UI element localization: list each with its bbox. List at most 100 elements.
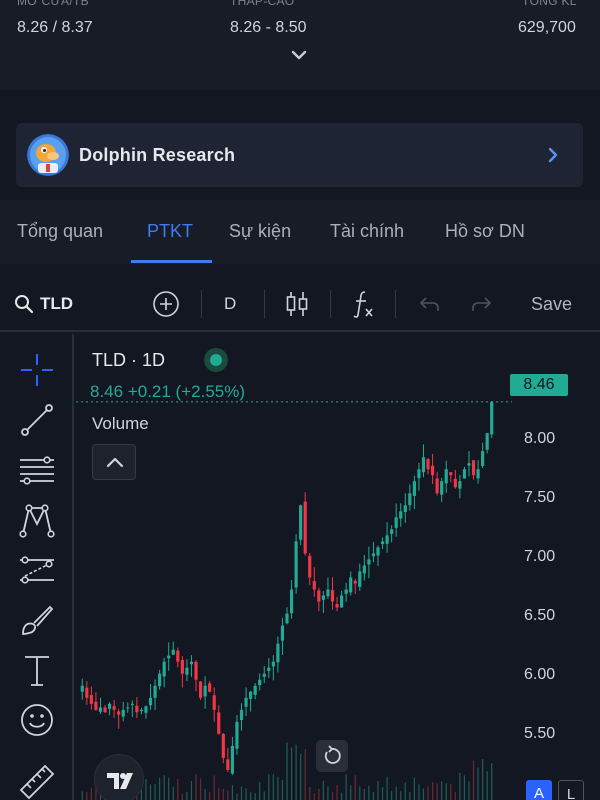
tab-events[interactable]: Sự kiện bbox=[229, 221, 291, 242]
candle-body bbox=[449, 472, 453, 476]
volume-bar bbox=[404, 782, 406, 800]
indicators-icon bbox=[353, 291, 373, 318]
projection-icon[interactable] bbox=[17, 550, 57, 590]
candle-body bbox=[176, 650, 180, 662]
volume-bar bbox=[391, 791, 393, 800]
pattern-icon[interactable] bbox=[17, 500, 57, 540]
legend-title: TLD · 1D bbox=[92, 350, 166, 370]
stat-range-value: 8.26 - 8.50 bbox=[230, 19, 307, 36]
log-scale-button[interactable]: L bbox=[558, 780, 584, 800]
candle-body bbox=[430, 465, 435, 476]
candle-body bbox=[271, 661, 275, 667]
volume-bar bbox=[309, 787, 311, 800]
candle-body bbox=[326, 589, 330, 597]
emoji-icon[interactable] bbox=[17, 700, 57, 740]
candle-body bbox=[476, 469, 480, 479]
stat-open-label: MỞ CỬA/TB bbox=[17, 0, 89, 8]
candle-body bbox=[330, 590, 335, 602]
dolphin-research-card[interactable]: Dolphin Research bbox=[16, 123, 583, 187]
candle-body bbox=[435, 478, 439, 494]
candle-body bbox=[126, 707, 130, 709]
collapse-legend-button[interactable] bbox=[92, 444, 136, 480]
candle-body bbox=[308, 555, 312, 578]
chart-panel[interactable]: TLD · 1D 8.46 +0.21 (+2.55%) Volume 8.46… bbox=[76, 334, 600, 800]
volume-bar bbox=[254, 793, 256, 800]
text-icon[interactable] bbox=[17, 650, 57, 690]
drawing-toolbar bbox=[0, 334, 74, 800]
indicators-button[interactable] bbox=[350, 276, 376, 332]
candle-body bbox=[258, 679, 262, 686]
volume-bar bbox=[250, 792, 252, 800]
volume-bar bbox=[218, 787, 220, 800]
candle-body bbox=[267, 667, 271, 671]
volume-bar bbox=[413, 777, 415, 800]
volume-bar bbox=[454, 792, 456, 800]
candle-body bbox=[444, 469, 448, 484]
volume-bar bbox=[300, 753, 302, 800]
candle-body bbox=[198, 681, 203, 698]
candle-body bbox=[294, 541, 298, 588]
volume-bar bbox=[81, 791, 83, 800]
candle-body bbox=[203, 685, 207, 697]
redo-button[interactable] bbox=[470, 276, 494, 332]
brush-icon[interactable] bbox=[17, 600, 57, 640]
candle-body bbox=[239, 709, 244, 720]
toolbar-separator bbox=[264, 290, 265, 318]
candle-body bbox=[412, 481, 416, 496]
auto-scale-button[interactable]: A bbox=[526, 780, 552, 800]
stat-volume-value: 629,700 bbox=[518, 19, 576, 36]
volume-bar bbox=[418, 784, 420, 800]
candle-type-icon bbox=[286, 292, 308, 316]
crosshair-icon[interactable] bbox=[17, 350, 57, 390]
search-icon bbox=[15, 295, 34, 314]
candle-body bbox=[130, 703, 134, 705]
volume-bar bbox=[272, 774, 274, 800]
volume-bar bbox=[318, 788, 320, 800]
fib-lines-icon[interactable] bbox=[17, 450, 57, 490]
candle-body bbox=[94, 701, 98, 710]
undo-button[interactable] bbox=[417, 276, 441, 332]
tab-technical[interactable]: PTKT bbox=[147, 221, 193, 242]
interval-button[interactable]: D bbox=[224, 276, 236, 332]
add-symbol-button[interactable] bbox=[151, 276, 181, 332]
volume-bar bbox=[295, 744, 297, 800]
last-price-tag: 8.46 bbox=[510, 374, 568, 396]
tab-financials[interactable]: Tài chính bbox=[330, 221, 404, 242]
volume-bar bbox=[177, 778, 179, 800]
add-symbol-icon bbox=[153, 291, 179, 317]
candle-body bbox=[262, 673, 266, 677]
chart-toolbar: TLD D Save bbox=[0, 276, 600, 332]
candle-body bbox=[289, 589, 294, 614]
tab-bar: Tổng quan PTKT Sự kiện Tài chính Hồ sơ D… bbox=[0, 200, 600, 264]
save-button[interactable]: Save bbox=[531, 276, 572, 332]
toolbar-separator bbox=[330, 290, 331, 318]
tab-overview[interactable]: Tổng quan bbox=[17, 221, 103, 242]
trend-line-icon[interactable] bbox=[17, 400, 57, 440]
volume-bar bbox=[263, 791, 265, 800]
price-axis-label: 6.50 bbox=[524, 607, 556, 624]
volume-bar bbox=[240, 786, 243, 800]
chevron-down-icon[interactable] bbox=[289, 48, 309, 64]
tab-company-profile[interactable]: Hồ sơ DN bbox=[445, 221, 525, 242]
candle-body bbox=[421, 457, 426, 473]
volume-bar bbox=[227, 790, 229, 800]
market-status-dot bbox=[204, 348, 228, 372]
candle-body bbox=[440, 481, 444, 495]
volume-bar bbox=[268, 774, 270, 800]
candle-body bbox=[276, 643, 280, 663]
chart-type-button[interactable] bbox=[285, 276, 309, 332]
volume-bar bbox=[468, 781, 470, 800]
toolbar-separator bbox=[395, 290, 396, 318]
volume-bar bbox=[145, 779, 147, 800]
tradingview-logo-icon bbox=[107, 773, 133, 789]
volume-bar bbox=[427, 786, 429, 800]
ruler-icon[interactable] bbox=[17, 762, 57, 800]
candle-body bbox=[144, 706, 148, 713]
reset-chart-button[interactable] bbox=[316, 740, 348, 772]
symbol-search[interactable]: TLD bbox=[14, 276, 73, 332]
volume-bar bbox=[486, 771, 488, 800]
volume-bar bbox=[377, 781, 379, 800]
volume-bar bbox=[154, 784, 156, 800]
candle-body bbox=[312, 580, 316, 590]
price-chart[interactable] bbox=[76, 334, 600, 800]
